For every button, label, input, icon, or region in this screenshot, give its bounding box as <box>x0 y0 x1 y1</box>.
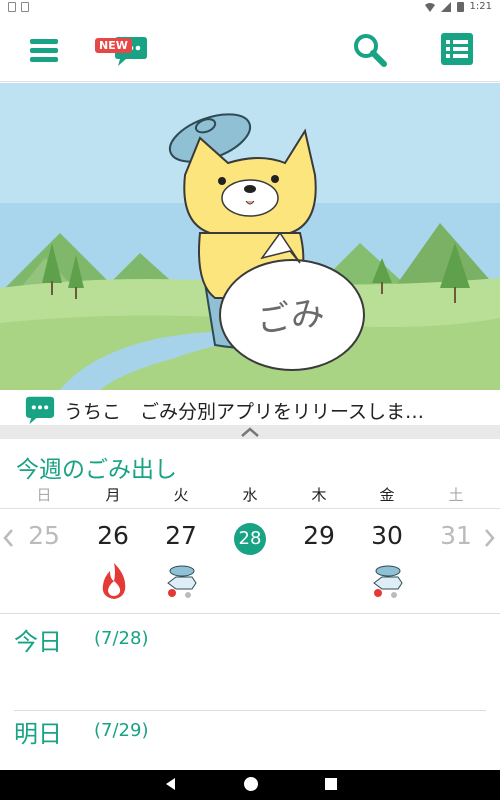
home-icon[interactable] <box>243 776 259 792</box>
weekday-label: 土 <box>448 486 464 504</box>
recents-icon[interactable] <box>324 776 338 792</box>
date-cell[interactable]: 27 <box>156 521 206 550</box>
weekday-label: 月 <box>105 486 121 504</box>
previous-week-button[interactable] <box>2 525 14 555</box>
weekday-label: 日 <box>36 486 52 504</box>
news-text: うちこ ごみ分別アプリをリリースしま… <box>64 400 425 423</box>
date-cell[interactable]: 31 <box>431 521 481 550</box>
recycle-icon <box>373 565 403 598</box>
system-nav-bar <box>0 770 500 800</box>
status-bar: 1:21 <box>0 0 500 16</box>
weekday-header: 日 月 火 水 木 金 土 <box>0 484 500 508</box>
menu-button[interactable] <box>26 32 62 68</box>
wifi-icon <box>424 2 435 12</box>
weekday-label: 火 <box>173 486 189 504</box>
menu-icon-bar <box>30 57 58 62</box>
date-cell[interactable]: 30 <box>362 521 412 550</box>
search-icon <box>354 34 387 67</box>
news-ticker[interactable]: うちこ ごみ分別アプリをリリースしま… <box>0 390 500 430</box>
weekday-label: 木 <box>311 486 327 504</box>
battery-icon <box>456 2 464 12</box>
tomorrow-date-text: (7/29) <box>94 720 149 741</box>
recycle-icon <box>167 565 197 598</box>
daily-detail-panel: 今日 (7/28) 明日 (7/29) <box>0 613 500 770</box>
date-cell-today[interactable]: 28 <box>225 521 275 555</box>
chat-icon <box>25 396 55 425</box>
today-date: 28 <box>234 523 266 555</box>
weekday-label: 水 <box>242 486 258 504</box>
app-toolbar: NEW <box>0 16 500 82</box>
today-label: 今日 <box>14 628 62 656</box>
section-title: 今週のごみ出し <box>16 457 177 483</box>
today-date-text: (7/28) <box>94 628 149 649</box>
sd-card-icon <box>21 2 29 12</box>
chevron-up-icon <box>241 427 259 437</box>
list-view-button[interactable] <box>440 32 476 68</box>
menu-icon-bar <box>30 39 58 44</box>
date-cell[interactable]: 26 <box>88 521 138 550</box>
fire-icon <box>102 563 126 599</box>
notification-icon <box>8 2 16 12</box>
signal-icon <box>440 1 451 12</box>
tomorrow-label: 明日 <box>14 720 62 748</box>
date-cell[interactable]: 29 <box>294 521 344 550</box>
weekday-label: 金 <box>379 486 395 504</box>
new-badge: NEW <box>95 38 132 53</box>
week-dates-row: 25 26 27 28 29 30 31 <box>0 508 500 608</box>
date-cell[interactable]: 25 <box>19 521 69 550</box>
next-week-button[interactable] <box>484 525 496 555</box>
menu-icon-bar <box>30 48 58 53</box>
chevron-right-icon <box>485 529 495 547</box>
divider <box>14 710 486 711</box>
hero-illustration: ごみ <box>0 83 500 390</box>
search-button[interactable] <box>352 32 388 68</box>
status-time: 1:21 <box>469 1 492 12</box>
back-icon[interactable] <box>163 776 177 792</box>
collapse-handle[interactable] <box>0 425 500 439</box>
chevron-left-icon <box>3 529 13 547</box>
list-icon <box>441 33 473 65</box>
